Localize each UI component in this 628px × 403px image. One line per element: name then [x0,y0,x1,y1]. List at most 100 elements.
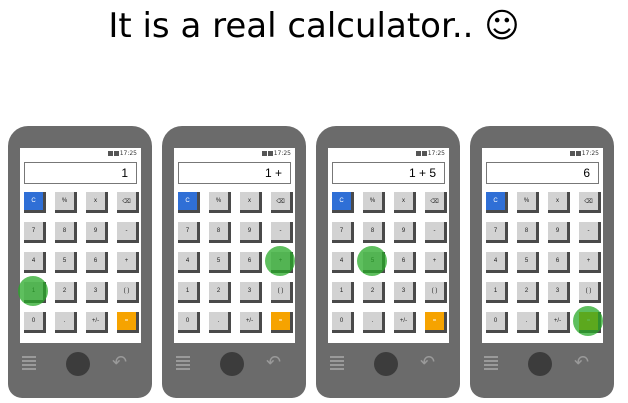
key-equals[interactable]: = [425,312,447,333]
battery-icon [421,151,427,156]
home-button-icon[interactable] [66,352,90,376]
menu-icon[interactable] [484,356,498,372]
key-multiply[interactable]: x [548,192,570,213]
key-8[interactable]: 8 [209,222,231,243]
key-4[interactable]: 4 [178,252,200,273]
phone-screen: 17:25 6 C% x ⌫ 7 8 9-4 5 6 +1 2 3( ) 0. +/- = [482,148,603,343]
battery-icon [113,151,119,156]
key-minus[interactable]: - [579,222,601,243]
key-6[interactable]: 6 [548,252,570,273]
key-equals[interactable]: = [117,312,139,333]
back-icon[interactable]: ↶ [112,352,127,373]
key-minus[interactable]: - [271,222,293,243]
key-parentheses[interactable]: ( ) [271,282,293,303]
key-plus[interactable]: + [265,246,295,276]
key-6[interactable]: 6 [394,252,416,273]
key-3[interactable]: 3 [394,282,416,303]
home-button-icon[interactable] [220,352,244,376]
back-icon[interactable]: ↶ [266,352,281,373]
key-9[interactable]: 9 [548,222,570,243]
key-5[interactable]: 5 [517,252,539,273]
key-2[interactable]: 2 [363,282,385,303]
key-4[interactable]: 4 [486,252,508,273]
key-7[interactable]: 7 [24,222,46,243]
key-plus[interactable]: + [579,252,601,273]
key-plus[interactable]: + [117,252,139,273]
key-0[interactable]: 0 [24,312,46,333]
key-5[interactable]: 5 [357,246,387,276]
key-8[interactable]: 8 [363,222,385,243]
key-0[interactable]: 0 [332,312,354,333]
key-clear[interactable]: C [332,192,354,213]
key-multiply[interactable]: x [240,192,262,213]
key-5[interactable]: 5 [55,252,77,273]
key-9[interactable]: 9 [394,222,416,243]
key-sign[interactable]: +/- [240,312,262,333]
key-3[interactable]: 3 [240,282,262,303]
back-icon[interactable]: ↶ [420,352,435,373]
key-4[interactable]: 4 [332,252,354,273]
key-decimal[interactable]: . [55,312,77,333]
key-5[interactable]: 5 [209,252,231,273]
key-parentheses[interactable]: ( ) [579,282,601,303]
menu-icon[interactable] [330,356,344,372]
menu-icon[interactable] [22,356,36,372]
key-6[interactable]: 6 [86,252,108,273]
key-backspace[interactable]: ⌫ [579,192,601,213]
key-clear[interactable]: C [486,192,508,213]
key-6[interactable]: 6 [240,252,262,273]
key-percent[interactable]: % [55,192,77,213]
key-2[interactable]: 2 [517,282,539,303]
back-icon[interactable]: ↶ [574,352,589,373]
key-decimal[interactable]: . [363,312,385,333]
key-clear[interactable]: C [178,192,200,213]
key-equals[interactable]: = [271,312,293,333]
key-3[interactable]: 3 [548,282,570,303]
key-minus[interactable]: - [425,222,447,243]
key-9[interactable]: 9 [240,222,262,243]
key-7[interactable]: 7 [486,222,508,243]
menu-icon[interactable] [176,356,190,372]
key-multiply[interactable]: x [394,192,416,213]
key-percent[interactable]: % [517,192,539,213]
key-equals[interactable]: = [573,306,603,336]
key-multiply[interactable]: x [86,192,108,213]
key-sign[interactable]: +/- [394,312,416,333]
key-4[interactable]: 4 [24,252,46,273]
key-decimal[interactable]: . [517,312,539,333]
key-parentheses[interactable]: ( ) [425,282,447,303]
phone-screen: 17:25 1 C% x ⌫ 7 8 9-4 5 6 +1 2 3( ) 0. +/- = [18,148,141,343]
key-8[interactable]: 8 [517,222,539,243]
key-decimal[interactable]: . [209,312,231,333]
key-2[interactable]: 2 [209,282,231,303]
keypad: C% x ⌫ 7 8 9- 4 5 6 +1 2 3 ( ) 0. +/- = [178,192,295,333]
signal-icon [107,151,113,156]
key-3[interactable]: 3 [86,282,108,303]
status-time: 17:25 [273,150,291,157]
key-percent[interactable]: % [363,192,385,213]
key-7[interactable]: 7 [178,222,200,243]
keypad: C% x ⌫ 7 8 9- 4 5 6 +1 2 3 ( ) 0. +/- = [18,192,140,333]
key-0[interactable]: 0 [486,312,508,333]
key-1[interactable]: 1 [486,282,508,303]
key-0[interactable]: 0 [178,312,200,333]
key-7[interactable]: 7 [332,222,354,243]
key-9[interactable]: 9 [86,222,108,243]
key-backspace[interactable]: ⌫ [271,192,293,213]
key-percent[interactable]: % [209,192,231,213]
key-backspace[interactable]: ⌫ [117,192,139,213]
key-1[interactable]: 1 [178,282,200,303]
key-1[interactable]: 1 [18,276,48,306]
key-sign[interactable]: +/- [548,312,570,333]
key-parentheses[interactable]: ( ) [117,282,139,303]
key-minus[interactable]: - [117,222,139,243]
key-plus[interactable]: + [425,252,447,273]
key-backspace[interactable]: ⌫ [425,192,447,213]
key-clear[interactable]: C [24,192,46,213]
key-8[interactable]: 8 [55,222,77,243]
key-1[interactable]: 1 [332,282,354,303]
key-sign[interactable]: +/- [86,312,108,333]
home-button-icon[interactable] [374,352,398,376]
home-button-icon[interactable] [528,352,552,376]
key-2[interactable]: 2 [55,282,77,303]
